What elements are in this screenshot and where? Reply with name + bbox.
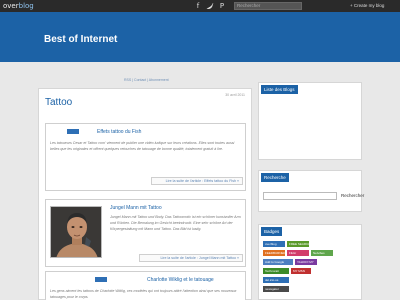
- top-nav-links[interactable]: RSS | Contact | Abonnement: [124, 78, 169, 82]
- site-title[interactable]: Best of Internet: [44, 34, 117, 45]
- sidebar-badges: Badges overblog FREE SEARCH FEEDBURNER F…: [258, 224, 362, 300]
- post-category-bar: [95, 277, 107, 282]
- post-excerpt: Les gens aiment les tattoos de Charlotte…: [50, 289, 237, 299]
- page-date: 30 avril 2011: [225, 93, 245, 97]
- read-more-link[interactable]: Lire la suite de l'article : Jungel Mann…: [139, 254, 243, 262]
- main-content: 30 avril 2011 Tattoo Effets tattoo du Fi…: [38, 88, 252, 300]
- post-title[interactable]: Charlotte Wiklig et le tatouage: [147, 277, 214, 283]
- facebook-icon[interactable]: f: [194, 2, 202, 10]
- post-category-bar: [67, 129, 79, 134]
- badge-link[interactable]: Add to Google: [263, 259, 293, 265]
- badge-link[interactable]: Technorati: [263, 268, 289, 274]
- badge-link[interactable]: YAHOO! MY: [295, 259, 317, 265]
- sidebar-search: Recherche Rechercher: [258, 170, 364, 212]
- badge-link[interactable]: MY MSN: [291, 268, 311, 274]
- post-title[interactable]: Jungel Mann mit Tattoo: [110, 205, 162, 211]
- page-title: Tattoo: [45, 97, 73, 108]
- badge-link[interactable]: del.icio.us: [263, 277, 289, 283]
- pinterest-icon[interactable]: P: [218, 2, 226, 10]
- article-post: Charlotte Wiklig et le tatouage Les gens…: [45, 271, 246, 300]
- overblog-search-input[interactable]: Rechercher: [234, 2, 302, 10]
- article-post: Jungel Mann mit Tattoo Jungel Mann mit T…: [45, 199, 246, 267]
- badge-link[interactable]: newsgator: [263, 286, 289, 292]
- twitter-icon[interactable]: [206, 2, 214, 10]
- badge-link[interactable]: overblog: [263, 241, 285, 247]
- sidebar-section-title: Liste des Blogs: [261, 85, 298, 94]
- post-title[interactable]: Effets tattoo du Fish: [97, 129, 141, 135]
- badge-link[interactable]: FEEDBURNER: [263, 250, 285, 256]
- top-bar: overblog f P Rechercher + Create my blog: [0, 0, 400, 12]
- sidebar-blog-list: Liste des Blogs: [258, 82, 362, 160]
- read-more-link[interactable]: Lire la suite de l'article : Effets tatt…: [151, 177, 243, 185]
- blog-header: Best of Internet: [0, 12, 400, 62]
- badge-link[interactable]: Netvibes: [311, 250, 333, 256]
- post-thumbnail[interactable]: [50, 206, 102, 258]
- article-post: Effets tattoo du Fish Les tatoueurs Cesa…: [45, 123, 246, 191]
- create-blog-link[interactable]: + Create my blog: [350, 3, 384, 8]
- sidebar-search-button[interactable]: Rechercher: [341, 192, 364, 200]
- logo-prefix: over: [3, 2, 19, 10]
- sidebar-section-title: Badges: [261, 227, 283, 236]
- sidebar-search-input[interactable]: [263, 192, 337, 200]
- badge-link[interactable]: FREE SEARCH: [287, 241, 309, 247]
- post-excerpt: Les tatoueurs Cesar et Tattoo com' vienn…: [50, 141, 235, 151]
- badge-link[interactable]: Flickr: [287, 250, 309, 256]
- overblog-logo[interactable]: overblog: [3, 2, 34, 10]
- sidebar-section-title: Recherche: [261, 173, 289, 182]
- post-thumbnail-image: [51, 207, 101, 257]
- logo-suffix: blog: [18, 2, 34, 10]
- post-excerpt: Jungel Mann mit Tattoo und Body. Das Tat…: [110, 215, 241, 231]
